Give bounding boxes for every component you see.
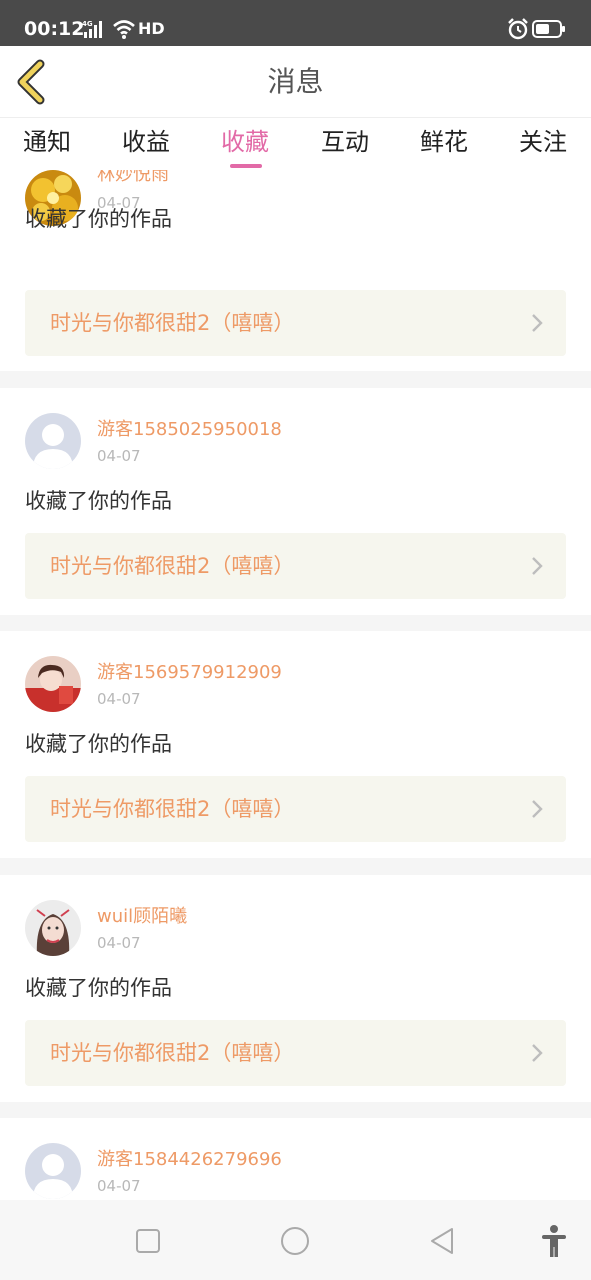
user-avatar[interactable] xyxy=(25,656,81,712)
status-time: 00:12 xyxy=(24,18,85,40)
chevron-right-icon xyxy=(532,557,543,575)
active-tab-indicator xyxy=(230,164,262,168)
network-label: HD xyxy=(138,19,165,38)
alarm-icon xyxy=(508,18,528,40)
work-link[interactable]: 时光与你都很甜2（嘻嘻） xyxy=(25,1020,566,1086)
work-title: 时光与你都很甜2（嘻嘻） xyxy=(50,1041,295,1065)
avatar-girl-red xyxy=(25,656,81,712)
message-card: 林妙悦雨 04-07 收藏了你的作品 时光与你都很甜2（嘻嘻） xyxy=(0,170,591,371)
battery-icon xyxy=(532,20,565,38)
tab-bar: 通知 收益 收藏 互动 鲜花 关注 xyxy=(0,118,591,170)
accessibility-icon[interactable] xyxy=(540,1224,568,1258)
post-date: 04-07 xyxy=(97,690,141,708)
tab-earnings[interactable]: 收益 xyxy=(101,126,191,158)
back-triangle-icon[interactable] xyxy=(428,1226,456,1256)
message-card: 游客1584426279696 04-07 xyxy=(0,1118,591,1200)
post-date: 04-07 xyxy=(97,1177,141,1195)
user-name[interactable]: 游客1584426279696 xyxy=(97,1148,282,1172)
user-name[interactable]: 游客1585025950018 xyxy=(97,418,282,442)
avatar-girl-portrait xyxy=(25,900,81,956)
app-header: 消息 xyxy=(0,46,591,118)
system-nav-bar xyxy=(0,1200,591,1280)
tab-favorites[interactable]: 收藏 xyxy=(200,126,290,158)
user-name[interactable]: 林妙悦雨 xyxy=(97,170,169,187)
work-link[interactable]: 时光与你都很甜2（嘻嘻） xyxy=(25,290,566,356)
action-text: 收藏了你的作品 xyxy=(25,207,172,231)
message-card: wuil顾陌曦 04-07 收藏了你的作品 时光与你都很甜2（嘻嘻） xyxy=(0,875,591,1102)
avatar-default-person xyxy=(25,1143,81,1199)
tab-notice[interactable]: 通知 xyxy=(2,126,92,158)
work-title: 时光与你都很甜2（嘻嘻） xyxy=(50,311,295,335)
work-title: 时光与你都很甜2（嘻嘻） xyxy=(50,554,295,578)
user-avatar[interactable] xyxy=(25,900,81,956)
user-avatar[interactable] xyxy=(25,413,81,469)
tab-flowers[interactable]: 鲜花 xyxy=(399,126,489,158)
work-link[interactable]: 时光与你都很甜2（嘻嘻） xyxy=(25,533,566,599)
user-name[interactable]: wuil顾陌曦 xyxy=(97,905,187,929)
avatar-default-person xyxy=(25,413,81,469)
work-title: 时光与你都很甜2（嘻嘻） xyxy=(50,797,295,821)
message-card: 游客1585025950018 04-07 收藏了你的作品 时光与你都很甜2（嘻… xyxy=(0,388,591,615)
home-icon[interactable] xyxy=(280,1226,310,1256)
chevron-right-icon xyxy=(532,800,543,818)
chevron-right-icon xyxy=(532,314,543,332)
user-name[interactable]: 游客1569579912909 xyxy=(97,661,282,685)
action-text: 收藏了你的作品 xyxy=(25,976,172,1000)
work-link[interactable]: 时光与你都很甜2（嘻嘻） xyxy=(25,776,566,842)
message-list[interactable]: 林妙悦雨 04-07 收藏了你的作品 时光与你都很甜2（嘻嘻） 游客158502… xyxy=(0,170,591,1200)
action-text: 收藏了你的作品 xyxy=(25,732,172,756)
status-bar: 00:12 4G HD xyxy=(0,0,591,46)
action-text: 收藏了你的作品 xyxy=(25,489,172,513)
user-avatar[interactable] xyxy=(25,1143,81,1199)
wifi-icon xyxy=(113,20,135,39)
signal-icon: 4G xyxy=(82,20,102,38)
post-date: 04-07 xyxy=(97,447,141,465)
svg-text:4G: 4G xyxy=(82,20,93,28)
chevron-right-icon xyxy=(532,1044,543,1062)
recent-apps-icon[interactable] xyxy=(135,1228,161,1254)
tab-interaction[interactable]: 互动 xyxy=(300,126,390,158)
page-title: 消息 xyxy=(267,65,324,98)
post-date: 04-07 xyxy=(97,934,141,952)
message-card: 游客1569579912909 04-07 收藏了你的作品 时光与你都很甜2（嘻… xyxy=(0,631,591,858)
tab-follow[interactable]: 关注 xyxy=(498,126,588,158)
